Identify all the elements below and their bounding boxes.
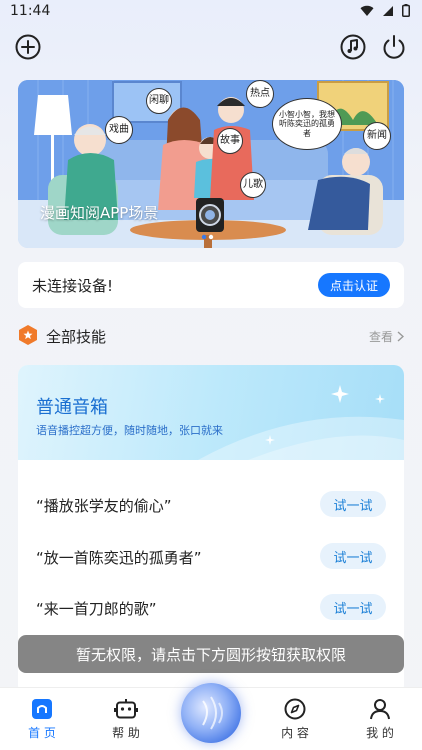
nav-mine[interactable]: 我 的 xyxy=(350,698,410,746)
scene-banner[interactable]: 闲聊 戏曲 热点 小智小智，我想听陈奕迅的孤勇者 新闻 故事 儿歌 漫画知阅AP… xyxy=(18,80,404,248)
speaker-title: 普通音箱 xyxy=(36,397,108,418)
speaker-header: 普通音箱 语音播控超方便，随时随地，张口就来 xyxy=(18,365,404,460)
power-button[interactable] xyxy=(380,33,408,61)
skills-title: 全部技能 xyxy=(46,328,107,346)
try-button[interactable]: 试一试 xyxy=(320,491,386,517)
music-button[interactable] xyxy=(339,33,367,61)
bubble-opera: 戏曲 xyxy=(105,116,133,144)
skills-header: 全部技能 查看 xyxy=(18,323,404,347)
command-row: “来一首刀郎的歌” 试一试 xyxy=(36,594,386,620)
bubble-story: 故事 xyxy=(217,128,243,154)
robot-icon xyxy=(114,699,138,719)
nav-home-label: 首 页 xyxy=(28,726,56,740)
status-time: 11:44 xyxy=(10,3,51,19)
view-more-label: 查看 xyxy=(368,330,393,344)
device-status: 未连接设备! xyxy=(32,277,114,295)
power-icon xyxy=(383,35,405,59)
command-text: “播放张学友的偷心” xyxy=(36,497,172,515)
hexagon-star-icon xyxy=(19,325,37,345)
banner-caption: 漫画知阅APP场景 xyxy=(40,204,159,222)
compass-icon xyxy=(284,698,306,720)
nav-home[interactable]: 首 页 xyxy=(12,698,72,746)
nav-help-label: 帮 助 xyxy=(112,726,140,740)
nav-content[interactable]: 内 容 xyxy=(265,698,325,746)
nav-mine-label: 我 的 xyxy=(366,726,394,740)
battery-icon xyxy=(402,4,410,17)
command-text: “来一首刀郎的歌” xyxy=(36,600,157,618)
voice-orb-button[interactable] xyxy=(181,683,241,743)
view-more-link[interactable]: 查看 xyxy=(369,328,404,345)
plus-circle-icon xyxy=(15,34,41,60)
add-button[interactable] xyxy=(14,33,42,61)
home-icon xyxy=(32,699,52,719)
nav-content-label: 内 容 xyxy=(281,726,309,740)
status-bar: 11:44 xyxy=(0,0,422,24)
signal-icon xyxy=(383,5,393,16)
chevron-right-icon xyxy=(397,331,404,342)
music-note-icon xyxy=(340,34,366,60)
bubble-request: 小智小智，我想听陈奕迅的孤勇者 xyxy=(272,98,342,150)
user-icon xyxy=(370,699,390,720)
wifi-icon xyxy=(360,5,374,16)
speaker-subtitle: 语音播控超方便，随时随地，张口就来 xyxy=(36,424,223,437)
bubble-song: 儿歌 xyxy=(240,172,266,198)
bubble-hot: 热点 xyxy=(246,80,274,108)
try-button[interactable]: 试一试 xyxy=(320,543,386,569)
auth-button[interactable]: 点击认证 xyxy=(318,273,390,297)
command-row: “放一首陈奕迅的孤勇者” 试一试 xyxy=(36,543,386,569)
bubble-chat: 闲聊 xyxy=(146,88,172,114)
command-row: “播放张学友的偷心” 试一试 xyxy=(36,491,386,517)
command-text: “放一首陈奕迅的孤勇者” xyxy=(36,549,202,567)
device-card: 未连接设备! 点击认证 xyxy=(18,262,404,308)
permission-toast: 暂无权限，请点击下方圆形按钮获取权限 xyxy=(18,635,404,673)
nav-help[interactable]: 帮 助 xyxy=(96,698,156,746)
status-icons xyxy=(360,4,410,17)
voice-orb-icon xyxy=(202,696,223,730)
bubble-news: 新闻 xyxy=(363,122,391,150)
try-button[interactable]: 试一试 xyxy=(320,594,386,620)
